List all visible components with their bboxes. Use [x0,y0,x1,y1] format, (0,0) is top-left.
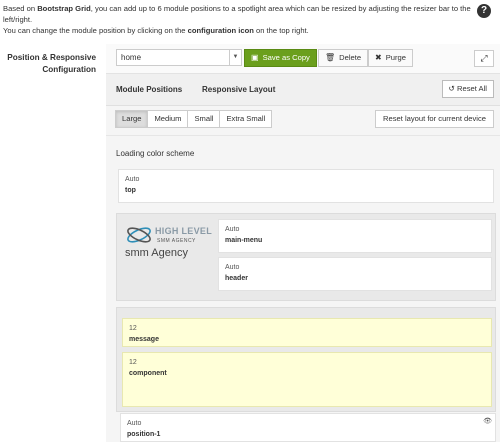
module-name: component [129,370,167,377]
module-top[interactable]: Auto top [118,169,494,203]
help-icon[interactable]: ? [477,4,491,18]
device-size-bar: Large Medium Small Extra Small Reset lay… [106,106,500,136]
toolbar: home ▼ ▣ Save as Copy 🗑 Delete ✖ Purge ⤢ [106,44,500,74]
size-extra-small-button[interactable]: Extra Small [219,110,273,128]
main-group: 12 message 12 component [116,307,496,412]
module-component[interactable]: 12 component [122,352,492,407]
size-small-button[interactable]: Small [187,110,221,128]
tab-responsive-layout[interactable]: Responsive Layout [202,85,275,94]
module-width: Auto [125,176,140,183]
module-name: top [125,187,136,194]
module-message[interactable]: 12 message [122,318,492,347]
module-name: main-menu [225,237,263,244]
delete-button[interactable]: 🗑 Delete [318,49,369,67]
tab-module-positions[interactable]: Module Positions [116,85,182,94]
info-text: Based on Bootstrap Grid, you can add up … [3,3,473,36]
tabs-bar: Module Positions Responsive Layout ↺ Res… [106,74,500,106]
layout-canvas: Loading color scheme Auto top HIGH LEVEL… [106,136,500,442]
module-width: 12 [129,359,137,366]
layout-panel: home ▼ ▣ Save as Copy 🗑 Delete ✖ Purge ⤢ Mo… [106,44,500,442]
save-as-copy-button[interactable]: ▣ Save as Copy [244,49,317,67]
header-group: HIGH LEVEL SMM AGENCY smm Agency Auto ma… [116,213,496,301]
layout-select[interactable]: home ▼ [116,49,242,66]
logo-name: smm Agency [125,247,188,259]
module-width: Auto [127,420,142,427]
eye-icon[interactable]: 👁 [483,417,492,425]
module-header[interactable]: Auto header [218,257,492,291]
module-name: position-1 [127,431,161,438]
module-main-menu[interactable]: Auto main-menu [218,219,492,253]
module-name: header [225,275,248,282]
chevron-down-icon: ▼ [229,50,241,65]
reset-current-device-button[interactable]: Reset layout for current device [375,110,494,128]
logo-subtitle: SMM AGENCY [157,238,196,244]
reset-all-button[interactable]: ↺ Reset All [441,80,494,98]
logo: HIGH LEVEL SMM AGENCY smm Agency [125,224,215,264]
field-label: Position & Responsive Configuration [7,53,96,74]
module-width: 12 [129,325,137,332]
info-line1: Based on Bootstrap Grid, you can add up … [3,4,471,24]
info-line2: You can change the module position by cl… [3,26,309,35]
module-position-1[interactable]: Auto position-1 👁 [120,413,496,442]
module-width: Auto [225,264,240,271]
module-name: message [129,336,159,343]
purge-button[interactable]: ✖ Purge [368,49,413,67]
trash-icon: 🗑 [325,53,336,62]
logo-mark-icon [127,227,151,243]
scheme-label: Loading color scheme [116,149,195,158]
close-icon: ✖ [375,53,382,62]
device-size-group: Large Medium Small Extra Small [115,110,273,128]
save-icon: ▣ [251,53,259,62]
layout-select-value: home [121,53,142,62]
logo-brand: HIGH LEVEL [155,226,213,236]
size-medium-button[interactable]: Medium [147,110,189,128]
undo-icon: ↺ [448,84,455,93]
expand-icon[interactable]: ⤢ [474,50,494,67]
size-large-button[interactable]: Large [115,110,149,128]
module-width: Auto [225,226,240,233]
